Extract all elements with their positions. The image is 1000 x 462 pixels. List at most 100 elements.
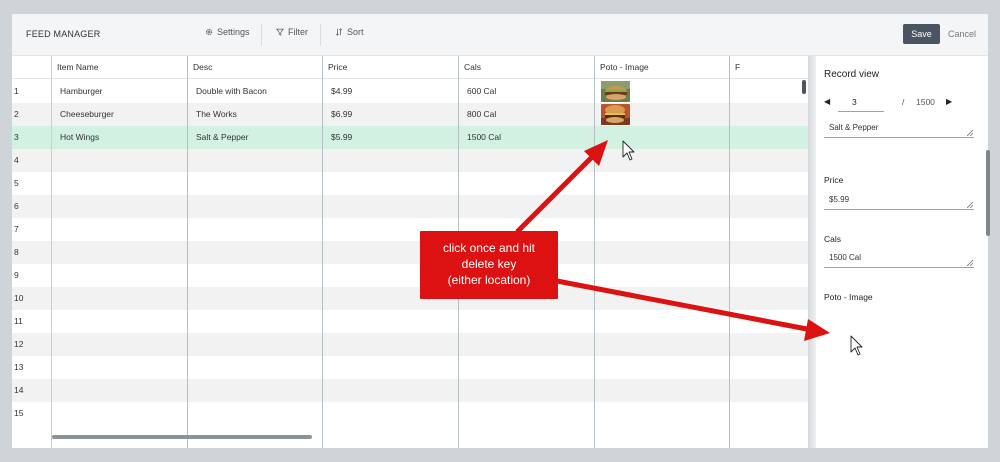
- vertical-scrollbar[interactable]: [802, 80, 806, 94]
- cell-cals[interactable]: [459, 402, 593, 425]
- cell-image[interactable]: [595, 195, 729, 218]
- cell-f[interactable]: [730, 310, 802, 333]
- cell-cals[interactable]: 800 Cal: [459, 103, 593, 126]
- table-row[interactable]: 15: [12, 402, 808, 425]
- cell-f[interactable]: [730, 333, 802, 356]
- cell-desc[interactable]: [188, 310, 322, 333]
- save-button[interactable]: Save: [903, 24, 940, 44]
- cell-item-name[interactable]: Cheeseburger: [52, 103, 186, 126]
- cell-cals[interactable]: [459, 172, 593, 195]
- table-row[interactable]: 5: [12, 172, 808, 195]
- cell-f[interactable]: [730, 126, 802, 149]
- cell-item-name[interactable]: [52, 356, 186, 379]
- table-row[interactable]: 9: [12, 264, 808, 287]
- cell-item-name[interactable]: Hot Wings: [52, 126, 186, 149]
- sort-button[interactable]: Sort: [335, 27, 364, 37]
- cell-desc[interactable]: [188, 264, 322, 287]
- filter-button[interactable]: Filter: [276, 27, 308, 37]
- cell-desc[interactable]: Double with Bacon: [188, 80, 322, 103]
- cancel-button[interactable]: Cancel: [948, 29, 976, 39]
- image-drop-area[interactable]: [824, 308, 974, 398]
- cell-price[interactable]: [323, 379, 457, 402]
- panel-scrollbar[interactable]: [986, 150, 990, 236]
- column-header-f[interactable]: F: [730, 56, 745, 79]
- cell-image[interactable]: [595, 80, 729, 103]
- table-row[interactable]: 11: [12, 310, 808, 333]
- cell-desc[interactable]: [188, 149, 322, 172]
- cell-image[interactable]: [595, 310, 729, 333]
- cell-desc[interactable]: [188, 333, 322, 356]
- table-row[interactable]: 12: [12, 333, 808, 356]
- cell-cals[interactable]: 1500 Cal: [459, 126, 593, 149]
- cell-desc[interactable]: [188, 172, 322, 195]
- cell-desc[interactable]: [188, 218, 322, 241]
- price-field[interactable]: $5.99: [824, 192, 974, 210]
- resize-handle-icon[interactable]: [967, 130, 973, 136]
- cell-image[interactable]: [595, 149, 729, 172]
- next-record-icon[interactable]: ▶: [946, 97, 952, 106]
- cell-cals[interactable]: [459, 310, 593, 333]
- cell-desc[interactable]: [188, 241, 322, 264]
- cell-f[interactable]: [730, 402, 802, 425]
- cell-desc[interactable]: [188, 379, 322, 402]
- cell-desc[interactable]: [188, 356, 322, 379]
- cell-f[interactable]: [730, 241, 802, 264]
- cell-item-name[interactable]: [52, 195, 186, 218]
- cell-price[interactable]: [323, 333, 457, 356]
- table-row[interactable]: 3 Hot Wings Salt & Pepper $5.99 1500 Cal: [12, 126, 808, 149]
- cell-f[interactable]: [730, 218, 802, 241]
- cell-item-name[interactable]: [52, 172, 186, 195]
- cell-item-name[interactable]: [52, 310, 186, 333]
- cell-item-name[interactable]: [52, 241, 186, 264]
- cell-image[interactable]: [595, 356, 729, 379]
- cell-item-name[interactable]: [52, 333, 186, 356]
- cell-image[interactable]: [595, 333, 729, 356]
- cell-f[interactable]: [730, 287, 802, 310]
- cell-cals[interactable]: [459, 356, 593, 379]
- cell-image[interactable]: [595, 379, 729, 402]
- cell-cals[interactable]: [459, 379, 593, 402]
- cell-f[interactable]: [730, 264, 802, 287]
- cell-desc[interactable]: Salt & Pepper: [188, 126, 322, 149]
- cell-image[interactable]: [595, 402, 729, 425]
- cell-price[interactable]: [323, 195, 457, 218]
- cell-desc[interactable]: [188, 195, 322, 218]
- cell-desc[interactable]: [188, 402, 322, 425]
- cell-f[interactable]: [730, 356, 802, 379]
- cell-cals[interactable]: [459, 333, 593, 356]
- table-row[interactable]: 13: [12, 356, 808, 379]
- table-row[interactable]: 7: [12, 218, 808, 241]
- resize-handle-icon[interactable]: [967, 260, 973, 266]
- cell-image[interactable]: [595, 287, 729, 310]
- column-header-item-name[interactable]: Item Name: [52, 56, 104, 79]
- table-row[interactable]: 4: [12, 149, 808, 172]
- desc-field[interactable]: Salt & Pepper: [824, 120, 974, 138]
- cell-image[interactable]: [595, 218, 729, 241]
- cell-item-name[interactable]: [52, 379, 186, 402]
- cell-image[interactable]: [595, 103, 729, 126]
- cell-f[interactable]: [730, 195, 802, 218]
- cell-item-name[interactable]: [52, 264, 186, 287]
- cell-price[interactable]: [323, 356, 457, 379]
- previous-record-icon[interactable]: ◀: [824, 97, 830, 106]
- settings-button[interactable]: Settings: [205, 27, 250, 37]
- table-row[interactable]: 2 Cheeseburger The Works $6.99 800 Cal: [12, 103, 808, 126]
- resize-handle-icon[interactable]: [967, 202, 973, 208]
- horizontal-scrollbar[interactable]: [52, 435, 312, 439]
- cell-item-name[interactable]: Hamburger: [52, 80, 186, 103]
- column-header-price[interactable]: Price: [323, 56, 352, 79]
- cals-field[interactable]: 1500 Cal: [824, 250, 974, 268]
- cell-cals[interactable]: 600 Cal: [459, 80, 593, 103]
- cell-image[interactable]: [595, 126, 729, 149]
- cell-item-name[interactable]: [52, 149, 186, 172]
- column-header-cals[interactable]: Cals: [459, 56, 486, 79]
- cell-price[interactable]: $6.99: [323, 103, 457, 126]
- cell-f[interactable]: [730, 80, 802, 103]
- cell-desc[interactable]: The Works: [188, 103, 322, 126]
- cell-image[interactable]: [595, 241, 729, 264]
- cell-item-name[interactable]: [52, 402, 186, 425]
- table-row[interactable]: 1 Hamburger Double with Bacon $4.99 600 Cal: [12, 80, 808, 103]
- cell-image[interactable]: [595, 264, 729, 287]
- cell-price[interactable]: $5.99: [323, 126, 457, 149]
- cell-price[interactable]: [323, 149, 457, 172]
